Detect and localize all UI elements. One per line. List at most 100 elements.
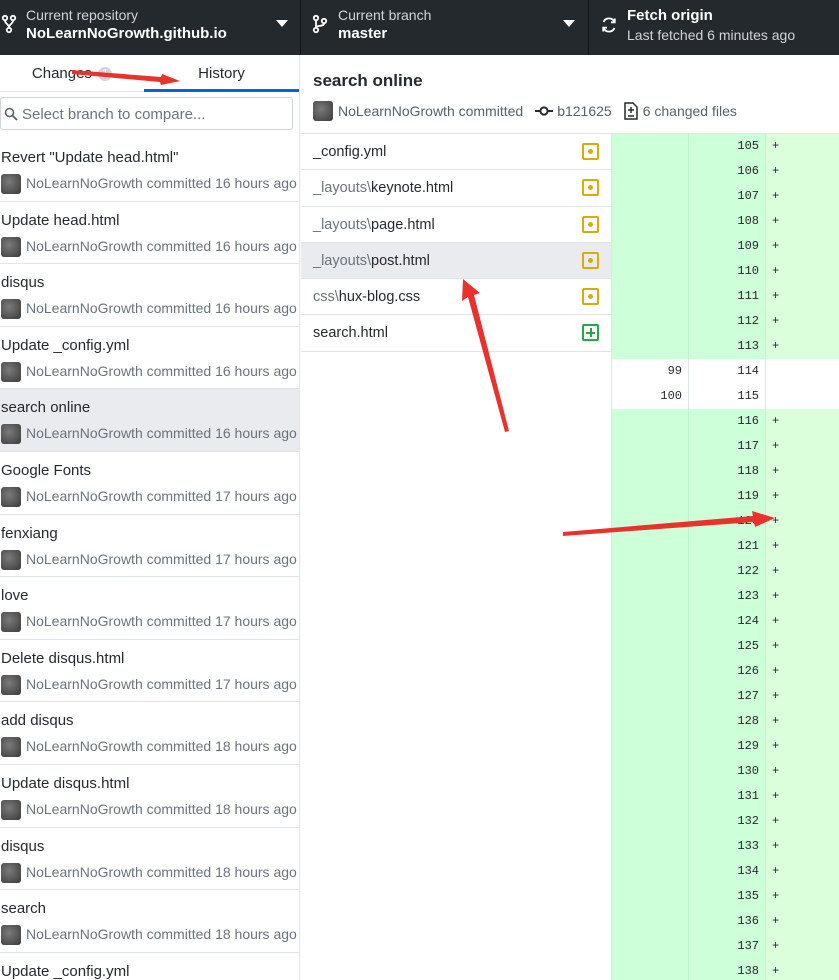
new-line-number: 116 [689,409,766,434]
old-line-number [612,934,689,959]
old-line-number [612,259,689,284]
tab-history[interactable]: History [144,55,299,92]
branch-selector[interactable]: Current branch master [301,0,589,55]
new-line-number: 127 [689,684,766,709]
diff-line[interactable]: 134 + [612,859,839,884]
new-line-number: 130 [689,759,766,784]
new-line-number: 129 [689,734,766,759]
diff-marker: + [772,664,780,678]
old-line-number [612,834,689,859]
diff-line[interactable]: 107 + [612,184,839,209]
diff-line[interactable]: 110 + [612,259,839,284]
commit-list-item[interactable]: Update disqus.html NoLearnNoGrowth commit… [0,765,299,828]
diff-line[interactable]: 121 + [612,534,839,559]
avatar [1,236,21,257]
diff-line[interactable]: 111 + [612,284,839,309]
new-line-number: 123 [689,584,766,609]
old-line-number [612,584,689,609]
old-line-number [612,184,689,209]
commit-item-title: search [1,900,47,918]
old-line-number [612,959,689,980]
branch-compare-input[interactable] [22,104,282,124]
commit-sha[interactable]: b121625 [557,103,612,119]
commit-list-item[interactable]: search NoLearnNoGrowth committed 18 hours… [0,890,299,953]
diff-line[interactable]: 124 + [612,609,839,634]
commit-list-item[interactable]: Update _config.yml NoLearnNoGrowth commit… [0,327,299,390]
commit-item-meta: NoLearnNoGrowth committed 18 hours ago [26,738,297,755]
diff-line[interactable]: 117 + [612,434,839,459]
diff-line[interactable]: 113 + [612,334,839,359]
fetch-origin-button[interactable]: Fetch origin Last fetched 6 minutes ago [589,0,839,55]
commit-list-item[interactable]: disqus NoLearnNoGrowth committed 18 hours… [0,828,299,891]
diff-line[interactable]: 105 + [612,134,839,159]
diff-line[interactable]: 133 + [612,834,839,859]
file-name: post.html [371,252,430,269]
diff-marker: + [772,964,780,978]
commit-list-item[interactable]: fenxiang NoLearnNoGrowth committed 17 hou… [0,515,299,578]
diff-line[interactable]: 122 + [612,559,839,584]
changed-file-item[interactable]: _config.yml [301,134,611,171]
changed-file-item[interactable]: _layouts\page.html [301,207,611,243]
old-line-number [612,459,689,484]
changed-file-item[interactable]: _layouts\post.html [301,242,611,280]
file-name: _config.yml [313,144,387,160]
tab-changes[interactable]: Changes 1 [0,55,144,92]
old-line-number [612,309,689,334]
commit-list-item[interactable]: search online NoLearnNoGrowth committed 1… [0,389,299,452]
commit-list-item[interactable]: disqus NoLearnNoGrowth committed 16 hours… [0,264,299,327]
commit-item-meta: NoLearnNoGrowth committed 18 hours ago [26,863,297,880]
diff-line[interactable]: 138 + [612,959,839,980]
commit-item-meta: NoLearnNoGrowth committed 18 hours ago [26,926,297,943]
diff-line[interactable]: 128 + [612,709,839,734]
new-line-number: 119 [689,484,766,509]
diff-line[interactable]: 106 + [612,159,839,184]
diff-line[interactable]: 99 114 [612,359,839,384]
diff-line[interactable]: 120 + [612,509,839,534]
diff-line[interactable]: 123 + [612,584,839,609]
diff-line[interactable]: 136 + [612,909,839,934]
commit-list-item[interactable]: Update head.html NoLearnNoGrowth committe… [0,202,299,265]
avatar [1,361,21,382]
diff-line[interactable]: 116 + [612,409,839,434]
diff-line[interactable]: 109 + [612,234,839,259]
diff-line[interactable]: 130 + [612,759,839,784]
commit-list-item[interactable]: Delete disqus.html NoLearnNoGrowth commit… [0,640,299,703]
diff-marker: + [772,189,780,203]
changed-file-list: _config.yml _layouts\keynote.html _layouts… [301,134,612,980]
diff-line[interactable]: 108 + [612,209,839,234]
diff-line[interactable]: 132 + [612,809,839,834]
new-line-number: 121 [689,534,766,559]
diff-line[interactable]: 100 115 [612,384,839,409]
old-line-number [612,684,689,709]
file-path: _layouts\keynote.html [313,180,453,196]
diff-line[interactable]: 118 + [612,459,839,484]
diff-line[interactable]: 135 + [612,884,839,909]
diff-marker: + [772,264,780,278]
diff-line[interactable]: 127 + [612,684,839,709]
commit-item-title: love [1,587,29,605]
repository-selector[interactable]: Current repository NoLearnNoGrowth.githu… [0,0,301,55]
changed-file-item[interactable]: _layouts\keynote.html [301,170,611,207]
file-path: _layouts\post.html [313,253,430,269]
changed-file-item[interactable]: search.html [301,315,611,352]
diff-line[interactable]: 131 + [612,784,839,809]
tab-changes-label: Changes [31,65,92,82]
new-line-number: 106 [689,159,766,184]
commit-list-item[interactable]: Update _config.yml [0,953,299,980]
new-line-number: 134 [689,859,766,884]
diff-line[interactable]: 137 + [612,934,839,959]
changed-file-item[interactable]: css\hux-blog.css [301,279,611,316]
diff-line[interactable]: 125 + [612,634,839,659]
commit-item-title: search online [1,399,91,417]
diff-line[interactable]: 126 + [612,659,839,684]
commit-item-meta: NoLearnNoGrowth committed 16 hours ago [26,300,297,317]
commit-list-item[interactable]: add disqus NoLearnNoGrowth committed 18 h… [0,702,299,765]
branch-compare-box[interactable] [0,97,293,130]
diff-line[interactable]: 112 + [612,309,839,334]
commit-list-item[interactable]: Google Fonts NoLearnNoGrowth committed 17… [0,452,299,515]
commit-list-item[interactable]: love NoLearnNoGrowth committed 17 hours a… [0,577,299,640]
diff-line[interactable]: 119 + [612,484,839,509]
diff-line[interactable]: 129 + [612,734,839,759]
file-diff-icon [623,102,638,120]
commit-list-item[interactable]: Revert "Update head.html" NoLearnNoGrowth… [0,139,299,202]
